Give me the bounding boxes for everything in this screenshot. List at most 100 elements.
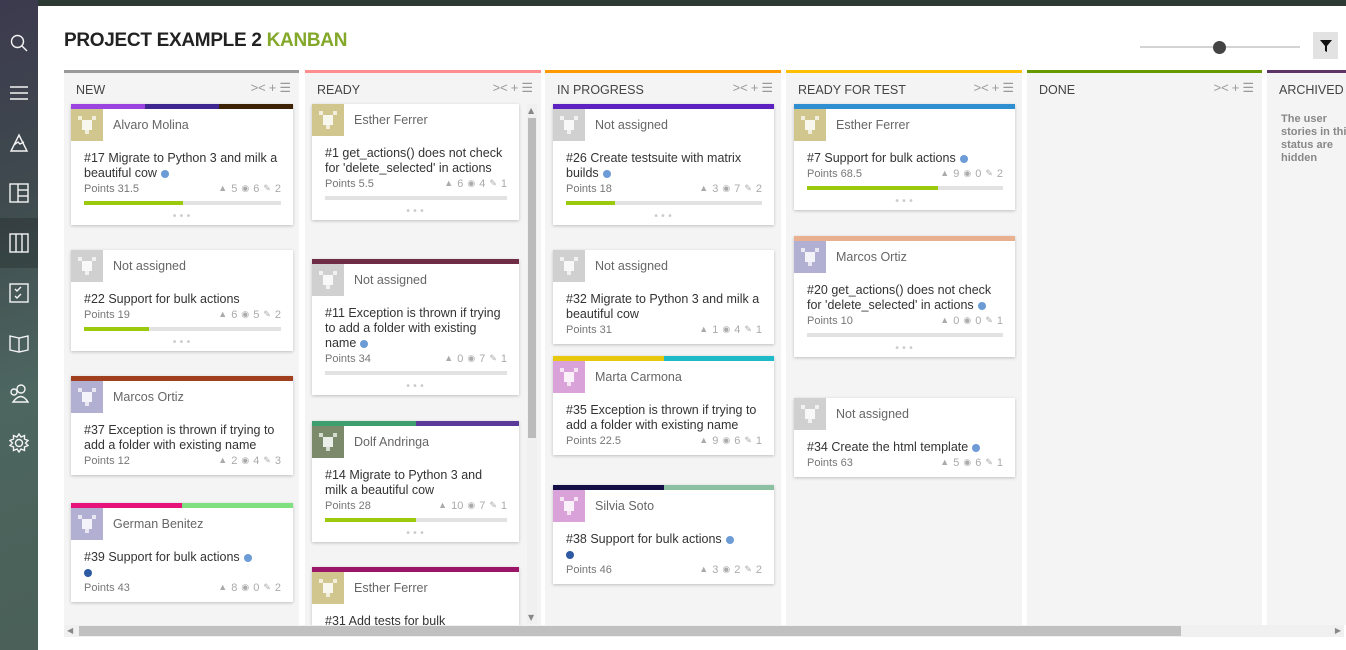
assignee-name[interactable]: Not assigned — [595, 259, 668, 273]
sidebar-item-timeline[interactable] — [0, 118, 38, 168]
bulk-add-icon[interactable]: ☰ — [761, 80, 773, 96]
assignee-name[interactable]: Esther Ferrer — [836, 118, 910, 132]
assignee-name[interactable]: Silvia Soto — [595, 499, 654, 513]
user-story-card[interactable]: Not assigned #11 Exception is thrown if t… — [312, 259, 519, 395]
card-title-link[interactable]: #11 Exception is thrown if trying to add… — [325, 306, 501, 350]
more-options-icon[interactable]: ••• — [553, 211, 774, 225]
assignee-name[interactable]: Marcos Ortiz — [113, 390, 184, 404]
avatar[interactable] — [71, 250, 103, 282]
card-title-link[interactable]: #26 Create testsuite with matrix builds — [566, 151, 741, 180]
sidebar-item-kanban[interactable] — [0, 218, 38, 268]
assignee-name[interactable]: Not assigned — [836, 407, 909, 421]
assignee-name[interactable]: Alvaro Molina — [113, 118, 189, 132]
user-story-card[interactable]: Marcos Ortiz #37 Exception is thrown if t… — [71, 376, 293, 475]
user-story-card[interactable]: German Benitez #39 Support for bulk actio… — [71, 503, 293, 602]
sidebar-item-menu[interactable] — [0, 68, 38, 118]
avatar[interactable] — [553, 490, 585, 522]
sidebar-item-backlog[interactable] — [0, 168, 38, 218]
avatar[interactable] — [553, 250, 585, 282]
zoom-slider-handle[interactable] — [1213, 41, 1226, 54]
avatar[interactable] — [71, 109, 103, 141]
avatar[interactable] — [312, 572, 344, 604]
scroll-right-icon[interactable]: ▶ — [1335, 626, 1341, 635]
card-title-link[interactable]: #39 Support for bulk actions — [84, 550, 240, 564]
epic-dot-icon[interactable] — [602, 169, 611, 178]
fold-column-icon[interactable]: >< — [251, 80, 266, 96]
avatar[interactable] — [794, 241, 826, 273]
horizontal-scroll-thumb[interactable] — [79, 626, 1181, 636]
user-story-card[interactable]: Silvia Soto #38 Support for bulk actions P… — [553, 485, 774, 584]
sidebar-item-team[interactable] — [0, 368, 38, 418]
more-options-icon[interactable]: ••• — [312, 206, 519, 220]
bulk-add-icon[interactable]: ☰ — [279, 80, 291, 96]
card-title-link[interactable]: #1 get_actions() does not check for 'del… — [325, 146, 502, 175]
assignee-name[interactable]: German Benitez — [113, 517, 203, 531]
bulk-add-icon[interactable]: ☰ — [1242, 80, 1254, 96]
filter-button[interactable] — [1313, 32, 1338, 59]
add-card-icon[interactable]: + — [269, 80, 277, 96]
user-story-card[interactable]: Not assigned #32 Migrate to Python 3 and … — [553, 250, 774, 344]
more-options-icon[interactable]: ••• — [71, 211, 293, 225]
avatar[interactable] — [71, 508, 103, 540]
epic-dot-icon[interactable] — [566, 550, 574, 559]
assignee-name[interactable]: Not assigned — [113, 259, 186, 273]
ready-column-scrollbar[interactable]: ▲ ▼ — [527, 104, 537, 624]
more-options-icon[interactable]: ••• — [71, 337, 293, 351]
sidebar-item-wiki[interactable] — [0, 318, 38, 368]
user-story-card[interactable]: Not assigned #34 Create the html template… — [794, 398, 1015, 477]
assignee-name[interactable]: Not assigned — [354, 273, 427, 287]
assignee-name[interactable]: Esther Ferrer — [354, 113, 428, 127]
user-story-card[interactable]: Esther Ferrer #1 get_actions() does not c… — [312, 104, 519, 220]
epic-dot-icon[interactable] — [84, 568, 92, 577]
more-options-icon[interactable]: ••• — [794, 196, 1015, 210]
add-card-icon[interactable]: + — [511, 80, 519, 96]
fold-column-icon[interactable]: >< — [733, 80, 748, 96]
bulk-add-icon[interactable]: ☰ — [1002, 80, 1014, 96]
epic-dot-icon[interactable] — [243, 553, 252, 562]
avatar[interactable] — [794, 398, 826, 430]
ready-column-scroll-thumb[interactable] — [528, 118, 536, 438]
user-story-card[interactable]: Marta Carmona #35 Exception is thrown if … — [553, 356, 774, 455]
add-card-icon[interactable]: + — [992, 80, 1000, 96]
card-title-link[interactable]: #14 Migrate to Python 3 and milk a beaut… — [325, 468, 482, 497]
assignee-name[interactable]: Marcos Ortiz — [836, 250, 907, 264]
scroll-left-icon[interactable]: ◀ — [67, 626, 73, 635]
board-horizontal-scrollbar[interactable]: ◀ ▶ — [64, 625, 1344, 637]
epic-dot-icon[interactable] — [725, 535, 734, 544]
user-story-card[interactable]: Not assigned #26 Create testsuite with ma… — [553, 104, 774, 225]
sidebar-item-issues[interactable] — [0, 268, 38, 318]
user-story-card[interactable]: Marcos Ortiz #20 get_actions() does not c… — [794, 236, 1015, 357]
user-story-card[interactable]: Dolf Andringa #14 Migrate to Python 3 and… — [312, 421, 519, 542]
card-title-link[interactable]: #34 Create the html template — [807, 440, 968, 454]
scroll-down-icon[interactable]: ▼ — [528, 613, 534, 622]
user-story-card[interactable]: Not assigned #22 Support for bulk actions… — [71, 250, 293, 351]
more-options-icon[interactable]: ••• — [794, 343, 1015, 357]
avatar[interactable] — [312, 104, 344, 136]
avatar[interactable] — [312, 264, 344, 296]
avatar[interactable] — [553, 361, 585, 393]
avatar[interactable] — [312, 426, 344, 458]
card-title-link[interactable]: #20 get_actions() does not check for 'de… — [807, 283, 991, 312]
card-title-link[interactable]: #17 Migrate to Python 3 and milk a beaut… — [84, 151, 277, 180]
avatar[interactable] — [794, 109, 826, 141]
epic-dot-icon[interactable] — [972, 443, 981, 452]
assignee-name[interactable]: Esther Ferrer — [354, 581, 428, 595]
avatar[interactable] — [71, 381, 103, 413]
card-title-link[interactable]: #22 Support for bulk actions — [84, 292, 240, 306]
more-options-icon[interactable]: ••• — [312, 381, 519, 395]
fold-column-icon[interactable]: >< — [974, 80, 989, 96]
user-story-card[interactable]: Alvaro Molina #17 Migrate to Python 3 and… — [71, 104, 293, 225]
sidebar-item-admin[interactable] — [0, 418, 38, 468]
user-story-card[interactable]: Esther Ferrer #7 Support for bulk actions… — [794, 104, 1015, 210]
card-title-link[interactable]: #37 Exception is thrown if trying to add… — [84, 423, 274, 452]
card-title-link[interactable]: #35 Exception is thrown if trying to add… — [566, 403, 756, 432]
fold-column-icon[interactable]: >< — [493, 80, 508, 96]
avatar[interactable] — [553, 109, 585, 141]
sidebar-item-search[interactable] — [0, 18, 38, 68]
fold-column-icon[interactable]: >< — [1214, 80, 1229, 96]
card-title-link[interactable]: #32 Migrate to Python 3 and milk a beaut… — [566, 292, 759, 321]
assignee-name[interactable]: Dolf Andringa — [354, 435, 429, 449]
user-story-card[interactable]: Esther Ferrer #31 Add tests for bulk — [312, 567, 519, 625]
add-card-icon[interactable]: + — [1232, 80, 1240, 96]
more-options-icon[interactable]: ••• — [312, 528, 519, 542]
